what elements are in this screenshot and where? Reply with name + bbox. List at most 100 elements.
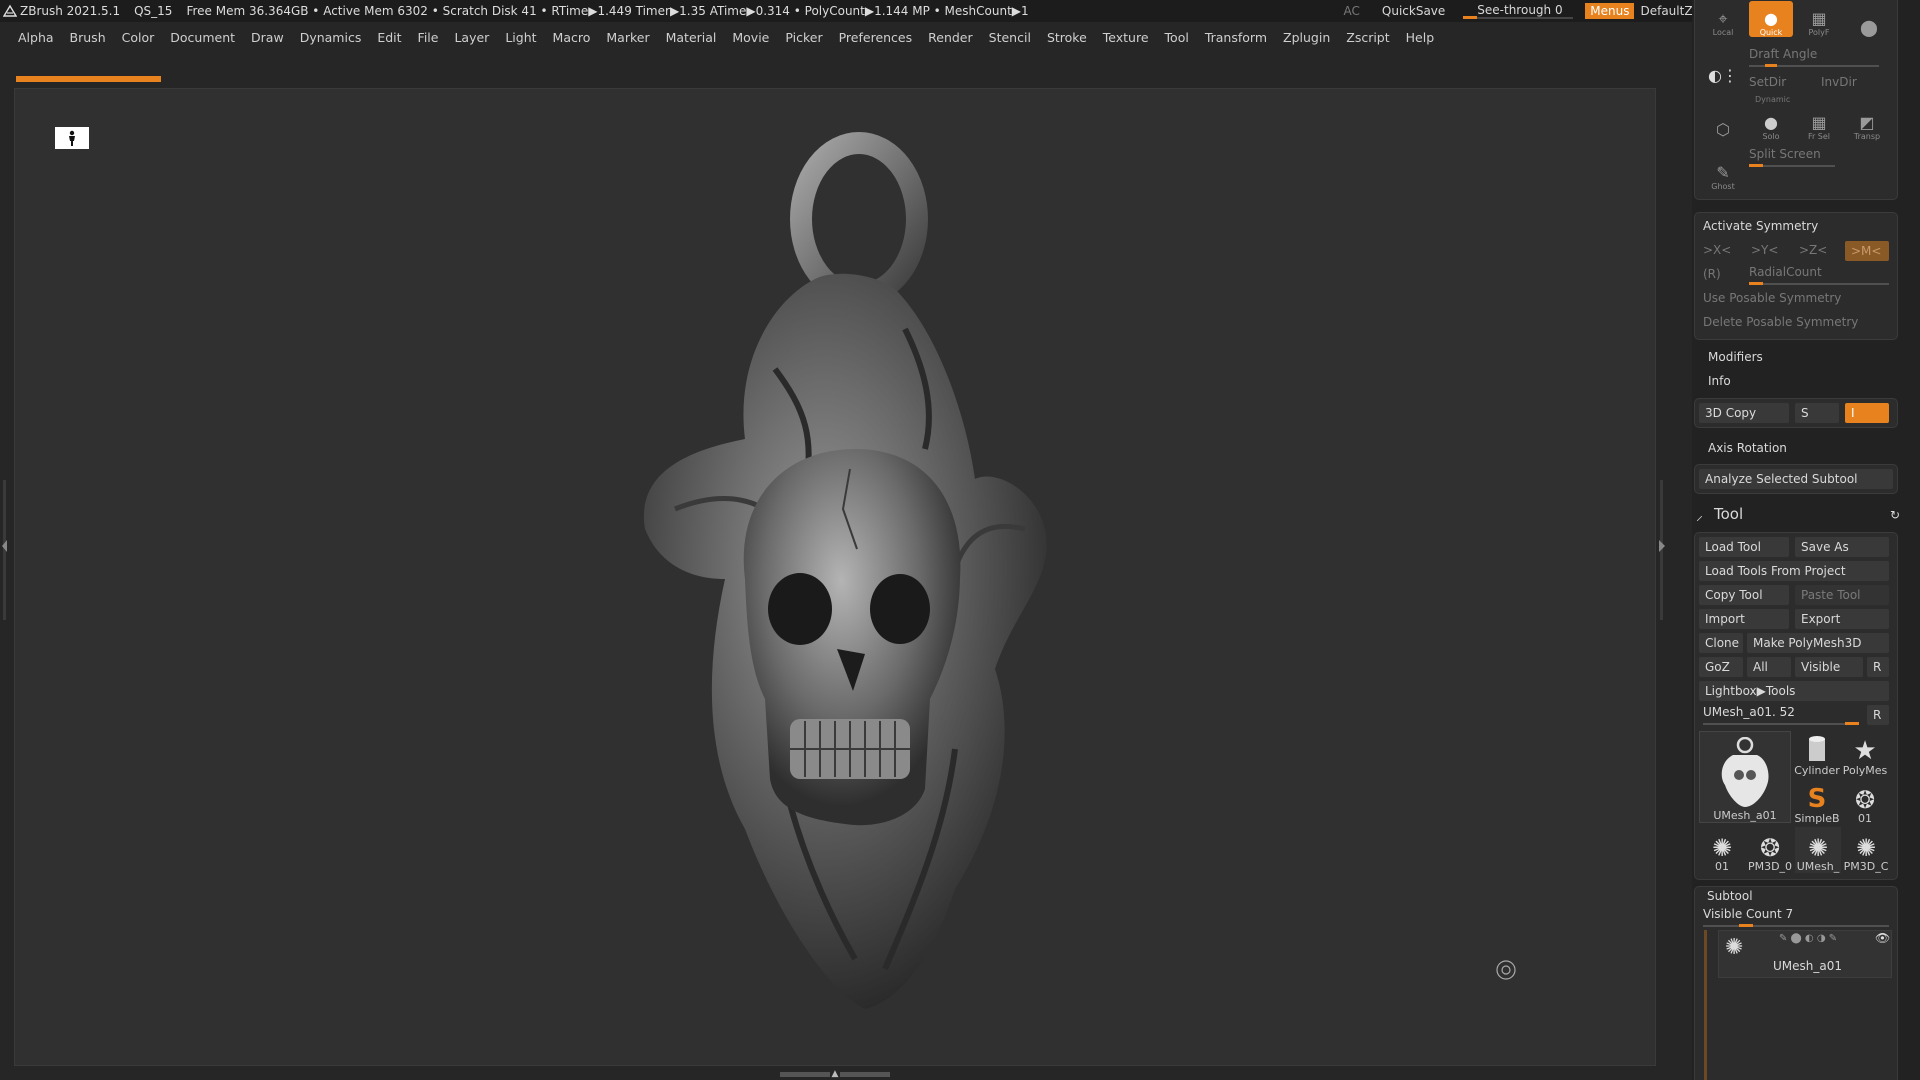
transp-button[interactable]: ◩ Transp [1845, 105, 1889, 142]
symmetry-x-button[interactable]: >X< [1703, 243, 1731, 257]
menu-alpha[interactable]: Alpha [18, 30, 54, 45]
copy-s-button[interactable]: S [1795, 403, 1839, 423]
menu-brush[interactable]: Brush [70, 30, 106, 45]
tool-thumb-polymesh[interactable]: ★ PolyMes [1841, 731, 1889, 777]
menu-file[interactable]: File [418, 30, 439, 45]
quicksave-button[interactable]: QuickSave [1382, 4, 1445, 18]
left-tray-handle-icon[interactable] [0, 480, 10, 620]
quick-button[interactable]: ● Quick [1749, 1, 1793, 37]
goz-visible-button[interactable]: Visible [1795, 657, 1863, 677]
goz-button[interactable]: GoZ [1699, 657, 1743, 677]
subtool-header[interactable]: Subtool [1707, 889, 1753, 903]
skull-pendant-model[interactable] [575, 109, 1115, 1029]
axis-rotation-header[interactable]: Axis Rotation [1708, 441, 1787, 455]
menu-marker[interactable]: Marker [606, 30, 649, 45]
solo-button[interactable]: ● Solo [1749, 105, 1793, 142]
polyf-button[interactable]: ▦ PolyF [1797, 1, 1841, 38]
tool-thumb-pm3d-1[interactable]: ❂ PM3D_0 [1747, 827, 1793, 873]
menu-zscript[interactable]: Zscript [1346, 30, 1389, 45]
bottom-tray-handle[interactable]: ▲ [770, 1068, 900, 1080]
subtool-row[interactable]: ✺ ✎ ⬤ ◐ ◑ ✎ 👁 UMesh_a01 [1718, 930, 1892, 978]
tool-thumb-pm3d-2[interactable]: ✺ PM3D_C [1843, 827, 1889, 873]
ghost-button[interactable]: ✎ Ghost [1701, 155, 1745, 192]
tool-palette-icon[interactable]: ⸝ [1696, 506, 1703, 525]
import-button[interactable]: Import [1699, 609, 1789, 629]
refresh-icon[interactable]: ↻ [1890, 508, 1900, 522]
info-header[interactable]: Info [1708, 374, 1731, 388]
symmetry-m-button[interactable]: >M< [1845, 241, 1889, 261]
menu-texture[interactable]: Texture [1103, 30, 1149, 45]
copy-i-button[interactable]: I [1845, 403, 1889, 423]
local-button[interactable]: ⌖ Local [1701, 1, 1745, 38]
paste-tool-button[interactable]: Paste Tool [1795, 585, 1889, 605]
menu-movie[interactable]: Movie [732, 30, 769, 45]
tool-thumb-01a[interactable]: ❂ 01 [1841, 779, 1889, 825]
tool-thumb-umesh[interactable]: ✺ UMesh_ [1795, 827, 1841, 873]
lightbox-tools-button[interactable]: Lightbox▶Tools [1699, 681, 1889, 701]
menu-color[interactable]: Color [122, 30, 155, 45]
menu-tool[interactable]: Tool [1165, 30, 1189, 45]
menu-document[interactable]: Document [170, 30, 235, 45]
eye-icon[interactable]: 👁 [1875, 931, 1890, 945]
make-polymesh3d-button[interactable]: Make PolyMesh3D [1747, 633, 1889, 653]
tool-thumb-umesh-main[interactable]: UMesh_a01 [1699, 731, 1791, 823]
frsel-button[interactable]: ▦ Fr Sel [1797, 105, 1841, 142]
current-tool-slider[interactable] [1703, 723, 1859, 725]
invdir-button[interactable]: InvDir [1821, 75, 1857, 89]
tool-thumb-simplebrush[interactable]: S SimpleB [1793, 779, 1841, 825]
load-tools-from-project-button[interactable]: Load Tools From Project [1699, 561, 1889, 581]
symmetry-z-button[interactable]: >Z< [1799, 243, 1827, 257]
sphere-button[interactable]: ⬤ [1847, 1, 1891, 37]
modifiers-header[interactable]: Modifiers [1708, 350, 1763, 364]
menu-edit[interactable]: Edit [377, 30, 401, 45]
cube-button[interactable]: ⬡ [1701, 103, 1745, 139]
analyze-selected-subtool-button[interactable]: Analyze Selected Subtool [1699, 469, 1893, 489]
menu-render[interactable]: Render [928, 30, 973, 45]
menu-material[interactable]: Material [666, 30, 717, 45]
target-icon[interactable] [1495, 959, 1517, 981]
ac-label[interactable]: AC [1344, 4, 1360, 18]
menu-picker[interactable]: Picker [785, 30, 822, 45]
radial-count-slider[interactable] [1749, 283, 1889, 285]
menu-stencil[interactable]: Stencil [989, 30, 1031, 45]
save-as-button[interactable]: Save As [1795, 537, 1889, 557]
clone-button[interactable]: Clone [1699, 633, 1743, 653]
menu-help[interactable]: Help [1406, 30, 1435, 45]
goz-r-button[interactable]: R [1867, 657, 1889, 677]
person-icon[interactable] [55, 127, 89, 149]
right-tray-handle-icon[interactable] [1656, 480, 1668, 620]
canvas-viewport[interactable] [14, 88, 1656, 1066]
menu-layer[interactable]: Layer [454, 30, 489, 45]
menu-light[interactable]: Light [505, 30, 536, 45]
tool-thumb-cylinder[interactable]: Cylinder [1793, 731, 1841, 777]
visible-count-slider[interactable] [1703, 925, 1889, 927]
symmetry-y-button[interactable]: >Y< [1751, 243, 1778, 257]
radial-r-button[interactable]: (R) [1703, 267, 1721, 281]
setdir-button[interactable]: SetDir [1749, 75, 1786, 89]
goz-all-button[interactable]: All [1747, 657, 1791, 677]
menu-zplugin[interactable]: Zplugin [1283, 30, 1330, 45]
delete-posable-symmetry-button[interactable]: Delete Posable Symmetry [1703, 315, 1858, 329]
3d-copy-button[interactable]: 3D Copy [1699, 403, 1789, 423]
tool-thumb-01b[interactable]: ✺ 01 [1699, 827, 1745, 873]
menu-stroke[interactable]: Stroke [1047, 30, 1087, 45]
copy-3d-box: 3D Copy S I [1694, 398, 1898, 428]
menu-macro[interactable]: Macro [553, 30, 591, 45]
see-through-slider[interactable]: See-through 0 [1463, 2, 1574, 20]
menu-draw[interactable]: Draw [251, 30, 284, 45]
export-button[interactable]: Export [1795, 609, 1889, 629]
menu-transform[interactable]: Transform [1205, 30, 1267, 45]
subtool-scroll-track[interactable] [1704, 930, 1707, 1080]
menu-preferences[interactable]: Preferences [839, 30, 913, 45]
contrast-button[interactable]: ◐⋮ [1701, 49, 1745, 85]
tool-palette-title[interactable]: Tool [1714, 505, 1743, 523]
load-tool-button[interactable]: Load Tool [1699, 537, 1789, 557]
copy-tool-button[interactable]: Copy Tool [1699, 585, 1789, 605]
activate-symmetry-button[interactable]: Activate Symmetry [1703, 219, 1818, 233]
use-posable-symmetry-button[interactable]: Use Posable Symmetry [1703, 291, 1841, 305]
menus-button[interactable]: Menus [1585, 3, 1635, 19]
subtool-row-toggles-icon[interactable]: ✎ ⬤ ◐ ◑ ✎ [1779, 933, 1837, 944]
current-tool-r-button[interactable]: R [1867, 705, 1889, 725]
mesh-thumb-icon: ❂ [1759, 834, 1781, 862]
menu-dynamics[interactable]: Dynamics [300, 30, 362, 45]
